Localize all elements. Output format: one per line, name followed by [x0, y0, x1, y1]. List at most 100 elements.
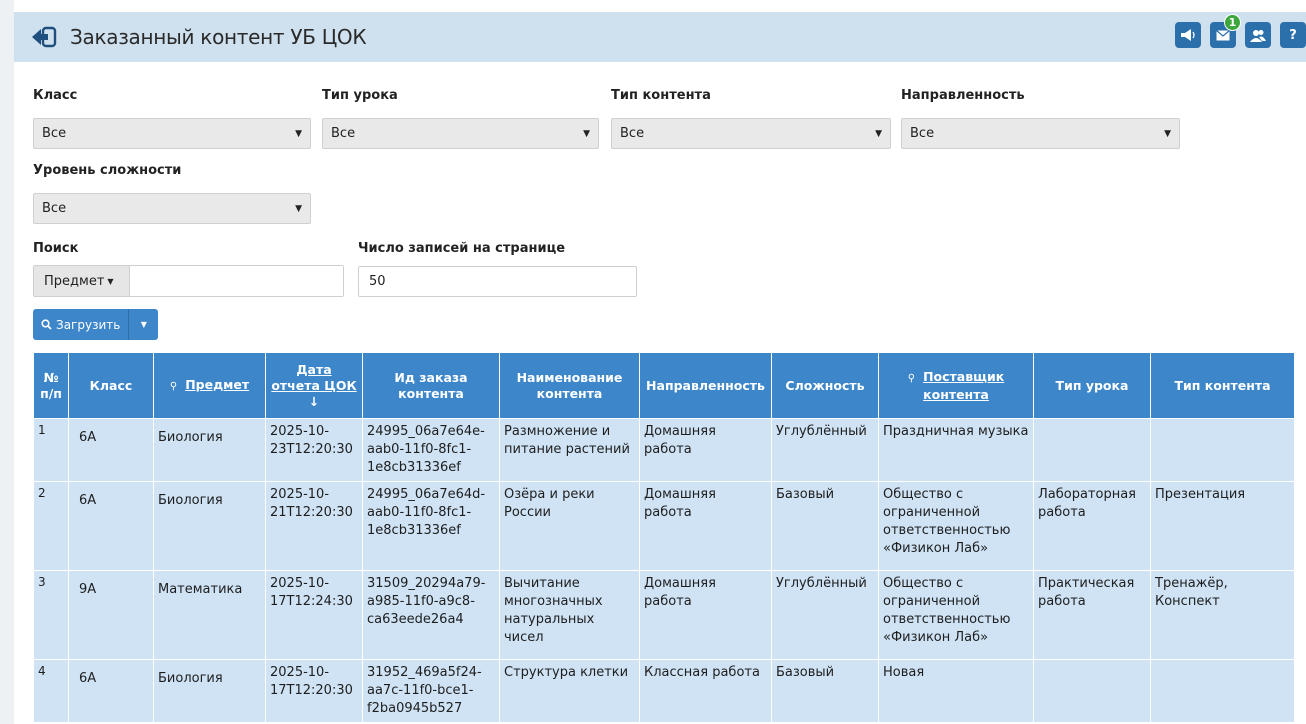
class-filter-label: Класс	[33, 88, 78, 103]
class-cell: 9А	[68, 570, 154, 660]
column-header-num: № п/п	[33, 352, 69, 419]
row-number: 2	[33, 481, 69, 571]
column-header-order-id: Ид заказа контента	[362, 352, 500, 419]
table-row: 1 6А Биология 2025-10-23T12:20:30 24995_06a7…	[33, 418, 1295, 482]
provider-cell: Новая	[878, 659, 1034, 723]
report-date-cell: 2025-10-17T12:20:30	[265, 659, 363, 723]
caret-down-icon: ▼	[295, 128, 302, 139]
content-type-cell: Презентация	[1150, 481, 1295, 571]
class-filter-select[interactable]: Все ▼	[33, 118, 311, 149]
table-row: 3 9А Математика 2025-10-17T12:24:30 31509_20…	[33, 570, 1295, 660]
content-type-filter-select[interactable]: Все ▼	[611, 118, 891, 149]
row-number: 1	[33, 418, 69, 482]
column-header-content-name: Наименование контента	[499, 352, 640, 419]
class-cell: 6А	[68, 659, 154, 723]
content-name-cell: Озёра и реки России	[499, 481, 640, 571]
caret-down-icon: ▼	[295, 203, 302, 214]
direction-filter-label: Направленность	[901, 88, 1025, 103]
header-icons: 1 ?	[1166, 14, 1306, 48]
content-type-filter-value: Все	[620, 126, 645, 141]
table-row: 2 6А Биология 2025-10-21T12:20:30 24995_06a7…	[33, 481, 1295, 571]
order-id-cell: 31952_469a5f24-aa7c-11f0-bce1-f2ba0945b5…	[362, 659, 500, 723]
mail-icon[interactable]: 1	[1210, 14, 1241, 48]
back-icon[interactable]	[30, 24, 58, 50]
row-number: 3	[33, 570, 69, 660]
column-header-report-date-label: Дата отчета ЦОК	[271, 361, 357, 393]
report-date-cell: 2025-10-21T12:20:30	[265, 481, 363, 571]
users-icon[interactable]	[1245, 22, 1271, 48]
column-header-content-type: Тип контента	[1150, 352, 1295, 419]
column-header-direction: Направленность	[639, 352, 772, 419]
column-header-report-date[interactable]: Дата отчета ЦОК ↓	[265, 352, 363, 419]
lesson-type-filter-label: Тип урока	[322, 88, 398, 103]
direction-cell: Домашняя работа	[639, 570, 772, 660]
content-type-filter-label: Тип контента	[611, 88, 711, 103]
difficulty-filter-select[interactable]: Все ▼	[33, 193, 311, 224]
help-icon[interactable]: ?	[1280, 22, 1306, 48]
content-type-cell	[1150, 418, 1295, 482]
sort-down-icon: ↓	[308, 393, 320, 409]
column-header-subject-label: Предмет	[185, 376, 250, 392]
load-button-group: Загрузить ▼	[33, 309, 159, 340]
caret-down-icon: ▼	[107, 276, 114, 286]
lesson-type-cell: Лабораторная работа	[1033, 481, 1151, 571]
content-type-cell	[1150, 659, 1295, 723]
content-table: № п/п Класс ⚲ Предмет Дата отчета ЦОК ↓ Ид…	[33, 352, 1295, 723]
order-id-cell: 31509_20294a79-a985-11f0-a9c8-ca63eede26…	[362, 570, 500, 660]
subject-cell: Биология	[153, 418, 266, 482]
lesson-type-filter-select[interactable]: Все ▼	[322, 118, 599, 149]
page-header: Заказанный контент УБ ЦОК 1 ?	[14, 12, 1306, 62]
column-header-lesson-type: Тип урока	[1033, 352, 1151, 419]
search-field-value: Предмет	[44, 273, 105, 289]
load-options-caret[interactable]: ▼	[128, 309, 159, 340]
difficulty-cell: Углублённый	[771, 570, 879, 660]
load-button[interactable]: Загрузить	[33, 309, 129, 340]
column-header-provider[interactable]: ⚲ Поставщик контента	[878, 352, 1034, 419]
megaphone-icon[interactable]	[1175, 22, 1201, 48]
provider-cell: Праздничная музыка	[878, 418, 1034, 482]
caret-down-icon: ▼	[1164, 128, 1171, 139]
subject-cell: Математика	[153, 570, 266, 660]
search-icon	[41, 319, 52, 330]
order-id-cell: 24995_06a7e64e-aab0-11f0-8fc1-1e8cb31336…	[362, 418, 500, 482]
row-number: 4	[33, 659, 69, 723]
provider-cell: Общество с ограниченной ответственностью…	[878, 481, 1034, 571]
subject-cell: Биология	[153, 481, 266, 571]
per-page-input[interactable]: 50	[358, 266, 637, 297]
difficulty-cell: Базовый	[771, 481, 879, 571]
direction-cell: Домашняя работа	[639, 481, 772, 571]
lesson-type-cell	[1033, 659, 1151, 723]
content-type-cell: Тренажёр, Конспект	[1150, 570, 1295, 660]
search-input[interactable]	[130, 266, 343, 296]
notifications-badge: 1	[1224, 14, 1241, 31]
content-name-cell: Размножение и питание растений	[499, 418, 640, 482]
column-header-provider-label: Поставщик контента	[923, 368, 1005, 402]
direction-cell: Классная работа	[639, 659, 772, 723]
lesson-type-cell	[1033, 418, 1151, 482]
class-cell: 6А	[68, 481, 154, 571]
content-name-cell: Структура клетки	[499, 659, 640, 723]
content-name-cell: Вычитание многозначных натуральных чисел	[499, 570, 640, 660]
caret-down-icon: ▼	[583, 128, 590, 139]
lesson-type-cell: Практическая работа	[1033, 570, 1151, 660]
class-cell: 6А	[68, 418, 154, 482]
difficulty-filter-label: Уровень сложности	[33, 163, 182, 178]
order-id-cell: 24995_06a7e64d-aab0-11f0-8fc1-1e8cb31336…	[362, 481, 500, 571]
page-background	[0, 0, 14, 724]
column-header-difficulty: Сложность	[771, 352, 879, 419]
difficulty-cell: Углублённый	[771, 418, 879, 482]
lesson-type-filter-value: Все	[331, 126, 356, 141]
direction-filter-select[interactable]: Все ▼	[901, 118, 1180, 149]
table-row: 4 6А Биология 2025-10-17T12:20:30 31952_469a…	[33, 659, 1295, 723]
difficulty-cell: Базовый	[771, 659, 879, 723]
column-header-subject[interactable]: ⚲ Предмет	[153, 352, 266, 419]
report-date-cell: 2025-10-17T12:24:30	[265, 570, 363, 660]
search-label: Поиск	[33, 241, 79, 256]
search-icon: ⚲	[169, 380, 178, 392]
search-field-dropdown[interactable]: Предмет ▼	[34, 266, 130, 296]
report-date-cell: 2025-10-23T12:20:30	[265, 418, 363, 482]
difficulty-filter-value: Все	[42, 201, 67, 216]
direction-cell: Домашняя работа	[639, 418, 772, 482]
provider-cell: Общество с ограниченной ответственностью…	[878, 570, 1034, 660]
subject-cell: Биология	[153, 659, 266, 723]
